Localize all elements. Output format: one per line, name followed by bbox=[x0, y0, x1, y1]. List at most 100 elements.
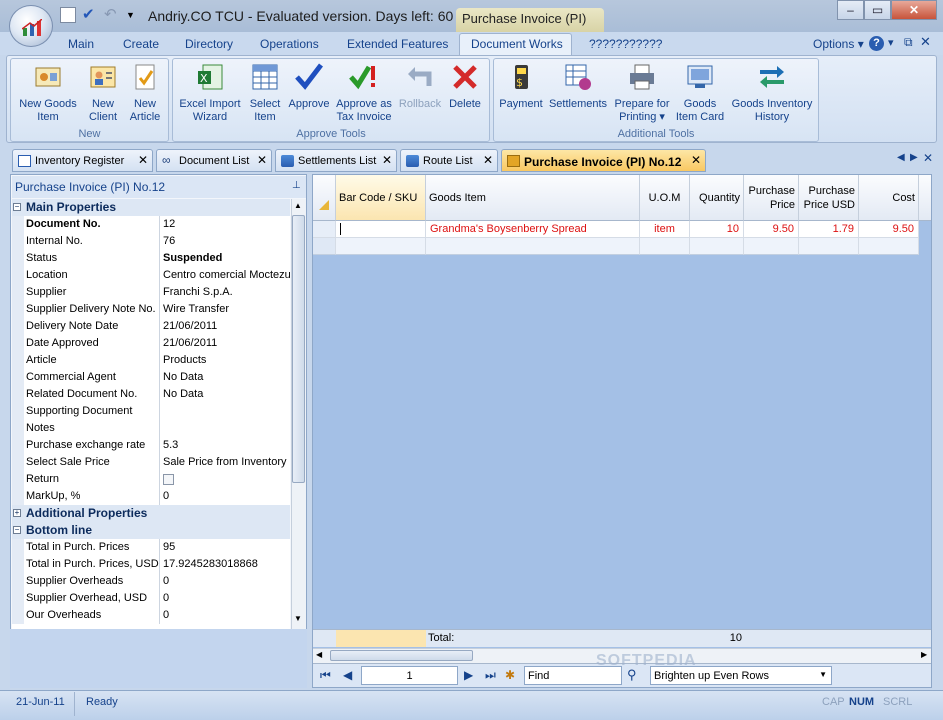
last-page-icon[interactable]: ⏭ bbox=[485, 668, 496, 683]
tab-document-list[interactable]: ∞ Document List ✕ bbox=[156, 149, 272, 172]
qat-dropdown-icon[interactable]: ▼ bbox=[126, 7, 135, 23]
cell-uom[interactable]: item bbox=[640, 221, 690, 238]
menu-unknown[interactable]: ??????????? bbox=[589, 37, 662, 51]
property-value[interactable]: Sale Price from Inventory F bbox=[160, 454, 290, 471]
tab-close-icon[interactable]: ✕ bbox=[257, 153, 267, 167]
property-value[interactable]: 21/06/2011 bbox=[160, 335, 290, 352]
property-row[interactable]: Date Approved 21/06/2011 bbox=[12, 335, 290, 352]
new-client-button[interactable]: New Client bbox=[83, 62, 123, 124]
restore-doc-icon[interactable]: ⧉ bbox=[904, 35, 913, 50]
property-row[interactable]: Supplier Overheads 0 bbox=[12, 573, 290, 590]
category-bottom-line[interactable]: − Bottom line bbox=[12, 522, 290, 539]
property-value[interactable]: 12 bbox=[160, 216, 290, 233]
property-value[interactable]: 5.3 bbox=[160, 437, 290, 454]
select-item-button[interactable]: Select Item bbox=[246, 62, 284, 124]
undo-icon[interactable]: ↶ bbox=[104, 7, 120, 23]
tab-purchase-invoice[interactable]: Purchase Invoice (PI) No.12 ✕ bbox=[501, 149, 706, 172]
property-row[interactable]: Article Products bbox=[12, 352, 290, 369]
property-row[interactable]: Supplier Franchi S.p.A. bbox=[12, 284, 290, 301]
property-value[interactable]: 95 bbox=[160, 539, 290, 556]
property-row[interactable]: Commercial Agent No Data bbox=[12, 369, 290, 386]
new-row-cell[interactable] bbox=[799, 238, 859, 255]
expand-icon[interactable]: + bbox=[13, 509, 21, 517]
first-page-icon[interactable]: ⏮ bbox=[320, 668, 331, 683]
next-page-icon[interactable]: ▶ bbox=[464, 668, 473, 682]
approve-button[interactable]: Approve bbox=[286, 62, 332, 111]
new-row-cell[interactable] bbox=[426, 238, 640, 255]
property-row[interactable]: Total in Purch. Prices 95 bbox=[12, 539, 290, 556]
menu-operations[interactable]: Operations bbox=[260, 37, 319, 51]
cell-purchase-price[interactable]: 9.50 bbox=[744, 221, 799, 238]
property-value[interactable]: 0 bbox=[160, 607, 290, 624]
new-row-indicator[interactable] bbox=[313, 238, 336, 255]
scroll-up-icon[interactable]: ▲ bbox=[294, 201, 302, 210]
grid-corner[interactable] bbox=[313, 175, 336, 221]
property-value[interactable]: Products bbox=[160, 352, 290, 369]
row-indicator[interactable] bbox=[313, 221, 336, 238]
menu-extended-features[interactable]: Extended Features bbox=[347, 37, 448, 51]
property-value[interactable]: 0 bbox=[160, 590, 290, 607]
check-icon[interactable]: ✔ bbox=[82, 7, 98, 23]
new-row-cell[interactable] bbox=[640, 238, 690, 255]
menu-directory[interactable]: Directory bbox=[185, 37, 233, 51]
col-header-purchase-price[interactable]: Purchase Price bbox=[744, 175, 799, 221]
property-row[interactable]: Status Suspended bbox=[12, 250, 290, 267]
menu-document-works[interactable]: Document Works bbox=[471, 37, 563, 51]
col-header-sku[interactable]: Bar Code / SKU bbox=[336, 175, 426, 221]
prepare-printing-button[interactable]: Prepare for Printing ▾ bbox=[610, 62, 674, 124]
property-row[interactable]: LocationCentro comercial Moctezuma bbox=[12, 267, 290, 284]
scroll-down-icon[interactable]: ▼ bbox=[294, 614, 302, 623]
collapse-icon[interactable]: − bbox=[13, 526, 21, 534]
new-document-icon[interactable] bbox=[60, 7, 76, 23]
new-article-button[interactable]: New Article bbox=[124, 62, 166, 124]
cell-quantity[interactable]: 10 bbox=[690, 221, 744, 238]
goods-inventory-history-button[interactable]: Goods Inventory History bbox=[727, 62, 817, 124]
excel-import-wizard-button[interactable]: X Excel Import Wizard bbox=[176, 62, 244, 124]
property-row[interactable]: Purchase exchange rate 5.3 bbox=[12, 437, 290, 454]
goods-item-card-button[interactable]: Goods Item Card bbox=[674, 62, 726, 124]
col-header-goods-item[interactable]: Goods Item bbox=[426, 175, 640, 221]
tab-close-icon[interactable]: ✕ bbox=[691, 153, 701, 167]
property-value[interactable]: Suspended bbox=[160, 250, 290, 267]
col-header-cost[interactable]: Cost bbox=[859, 175, 919, 221]
new-goods-item-button[interactable]: New Goods Item bbox=[16, 62, 80, 124]
category-main-properties[interactable]: − Main Properties bbox=[12, 199, 290, 216]
options-menu[interactable]: Options ▾ bbox=[813, 37, 864, 51]
col-header-uom[interactable]: U.O.M bbox=[640, 175, 690, 221]
tab-close-icon[interactable]: ✕ bbox=[483, 153, 493, 167]
cell-purchase-price-usd[interactable]: 1.79 bbox=[799, 221, 859, 238]
property-row[interactable]: Total in Purch. Prices, USD 17.9245283018… bbox=[12, 556, 290, 573]
tab-route-list[interactable]: Route List ✕ bbox=[400, 149, 498, 172]
property-value[interactable]: Centro comercial Moctezuma bbox=[160, 267, 290, 284]
property-row[interactable]: Related Document No. No Data bbox=[12, 386, 290, 403]
ribbon-minimize-icon[interactable]: ▾ bbox=[888, 36, 894, 49]
property-value[interactable]: Franchi S.p.A. bbox=[160, 284, 290, 301]
property-value[interactable] bbox=[160, 420, 290, 437]
property-row[interactable]: Document No. 12 bbox=[12, 216, 290, 233]
property-value[interactable] bbox=[160, 471, 290, 488]
property-row[interactable]: Supplier Delivery Note No. Wire Transfer bbox=[12, 301, 290, 318]
tabs-close-icon[interactable]: ✕ bbox=[923, 151, 933, 165]
close-doc-icon[interactable]: ✕ bbox=[920, 34, 931, 50]
property-row[interactable]: Supplier Overhead, USD 0 bbox=[12, 590, 290, 607]
page-number-input[interactable]: 1 bbox=[361, 666, 458, 685]
scroll-left-icon[interactable]: ◀ bbox=[316, 650, 322, 659]
grid-hscroll-thumb[interactable] bbox=[330, 650, 473, 661]
tab-inventory-register[interactable]: Inventory Register ✕ bbox=[12, 149, 153, 172]
prev-page-icon[interactable]: ◀ bbox=[343, 668, 352, 682]
payment-button[interactable]: $ Payment bbox=[497, 62, 545, 111]
tab-close-icon[interactable]: ✕ bbox=[382, 153, 392, 167]
property-value[interactable]: 76 bbox=[160, 233, 290, 250]
property-value[interactable]: 21/06/2011 bbox=[160, 318, 290, 335]
approve-tax-invoice-button[interactable]: Approve as Tax Invoice bbox=[333, 62, 395, 124]
properties-scroll-thumb[interactable] bbox=[292, 215, 305, 483]
return-checkbox[interactable] bbox=[163, 474, 174, 485]
new-row-cell[interactable] bbox=[744, 238, 799, 255]
property-row[interactable]: Delivery Note Date 21/06/2011 bbox=[12, 318, 290, 335]
property-value[interactable]: No Data bbox=[160, 386, 290, 403]
maximize-button[interactable]: ▭ bbox=[864, 0, 891, 20]
property-value[interactable]: No Data bbox=[160, 369, 290, 386]
menu-main[interactable]: Main bbox=[68, 37, 94, 51]
col-header-purchase-price-usd[interactable]: Purchase Price USD bbox=[799, 175, 859, 221]
tab-settlements-list[interactable]: Settlements List ✕ bbox=[275, 149, 397, 172]
